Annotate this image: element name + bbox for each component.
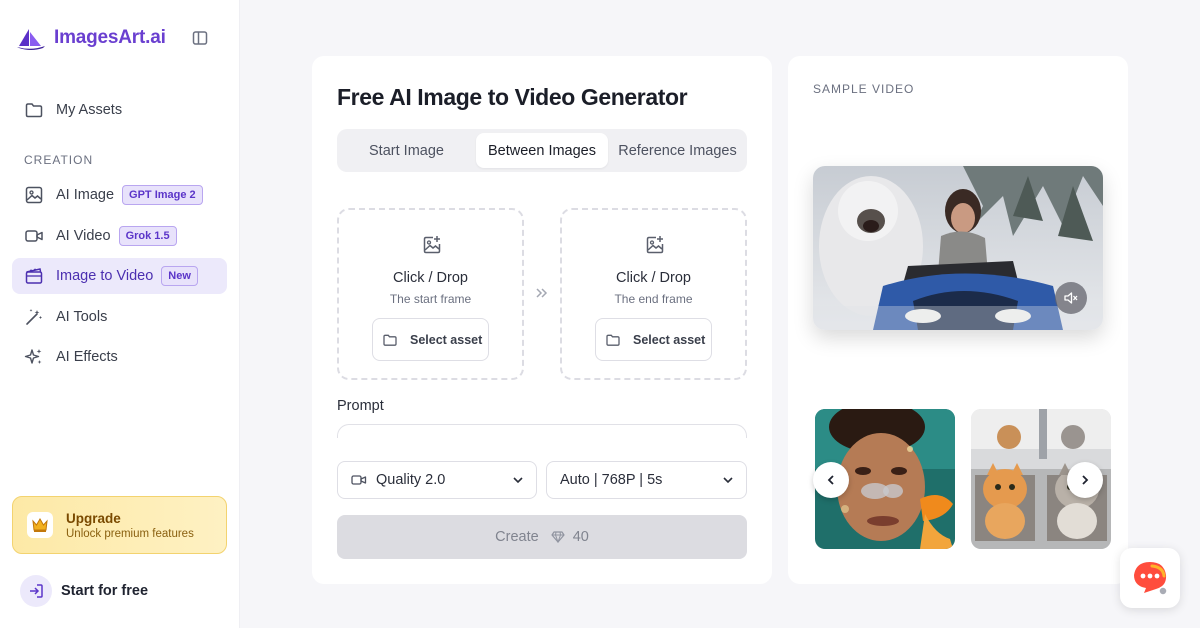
image-icon — [24, 185, 44, 205]
upgrade-subtitle: Unlock premium features — [66, 527, 194, 540]
start-for-free-button[interactable]: Start for free — [20, 574, 148, 608]
select-asset-label: Select asset — [633, 332, 706, 347]
dropzone-title: Click / Drop — [393, 270, 468, 286]
chat-widget-button[interactable] — [1120, 548, 1180, 608]
carousel-next-button[interactable] — [1067, 462, 1103, 498]
end-frame-dropzone[interactable]: Click / Drop The end frame Select asset — [560, 208, 747, 380]
upgrade-banner[interactable]: Upgrade Unlock premium features — [12, 496, 227, 554]
quality-value: Quality 2.0 — [376, 472, 446, 488]
select-asset-button[interactable]: Select asset — [595, 318, 712, 361]
model-badge: Grok 1.5 — [118, 226, 177, 246]
sidebar-item-label: AI Effects — [56, 349, 118, 365]
diamond-icon — [551, 531, 565, 543]
mute-icon — [1064, 292, 1078, 304]
settings-value: Auto | 768P | 5s — [560, 472, 663, 488]
page-title: Free AI Image to Video Generator — [337, 84, 688, 110]
tab-start-image[interactable]: Start Image — [341, 133, 472, 168]
dropzone-title: Click / Drop — [616, 270, 691, 286]
mute-button[interactable] — [1055, 282, 1087, 314]
generator-card: Free AI Image to Video Generator Start I… — [312, 56, 772, 584]
video-camera-icon — [24, 226, 44, 246]
mode-tabs: Start Image Between Images Reference Ima… — [337, 129, 747, 172]
tab-between-images[interactable]: Between Images — [476, 133, 608, 168]
sidebar-toggle-icon[interactable] — [191, 29, 209, 47]
video-camera-icon — [351, 475, 367, 485]
sparkles-icon — [24, 347, 44, 367]
chevron-down-icon — [723, 477, 733, 484]
folder-icon — [24, 100, 44, 120]
brand-name: ImagesArt.ai — [54, 27, 166, 48]
sidebar: ImagesArt.ai My Assets CREATION AI Image… — [0, 0, 240, 628]
sidebar-item-ai-video[interactable]: AI Video Grok 1.5 — [12, 218, 227, 254]
select-asset-label: Select asset — [410, 332, 483, 347]
sidebar-item-label: AI Tools — [56, 309, 108, 325]
upgrade-title: Upgrade — [66, 510, 121, 526]
chevron-right-icon — [1082, 475, 1089, 485]
image-plus-icon — [423, 236, 441, 254]
brand[interactable]: ImagesArt.ai — [16, 24, 166, 52]
sample-video-label: SAMPLE VIDEO — [813, 82, 915, 96]
sidebar-item-label: Image to Video — [56, 268, 154, 284]
chevron-down-icon — [513, 477, 523, 484]
folder-icon — [383, 334, 397, 346]
model-badge: GPT Image 2 — [122, 185, 203, 205]
logo-icon — [17, 29, 45, 50]
sidebar-item-ai-tools[interactable]: AI Tools — [12, 299, 227, 335]
sidebar-item-label: AI Video — [56, 228, 111, 244]
create-button[interactable]: Create 40 — [337, 515, 747, 559]
new-badge: New — [161, 266, 198, 286]
select-asset-button[interactable]: Select asset — [372, 318, 489, 361]
chat-icon — [1134, 562, 1168, 596]
sidebar-item-label: My Assets — [56, 102, 123, 118]
dropzone-subtitle: The start frame — [389, 292, 472, 306]
sidebar-item-ai-image[interactable]: AI Image GPT Image 2 — [12, 177, 227, 213]
login-icon — [20, 575, 52, 607]
create-label: Create — [495, 529, 539, 545]
sample-video-player[interactable] — [813, 166, 1103, 330]
prompt-input[interactable] — [337, 424, 747, 438]
prompt-label: Prompt — [337, 398, 384, 414]
double-chevron-icon — [536, 288, 548, 298]
image-plus-icon — [646, 236, 664, 254]
sidebar-item-image-to-video[interactable]: Image to Video New — [12, 258, 227, 294]
folder-icon — [606, 334, 620, 346]
sidebar-item-label: AI Image — [56, 187, 115, 203]
chevron-left-icon — [827, 475, 834, 485]
tab-reference-images[interactable]: Reference Images — [612, 133, 743, 168]
magic-wand-icon — [24, 307, 44, 327]
start-free-label: Start for free — [61, 583, 149, 599]
quality-select[interactable]: Quality 2.0 — [337, 461, 537, 499]
crown-icon — [27, 512, 53, 538]
section-label-creation: CREATION — [24, 153, 94, 167]
dropzone-subtitle: The end frame — [614, 292, 693, 306]
start-frame-dropzone[interactable]: Click / Drop The start frame Select asse… — [337, 208, 524, 380]
carousel-prev-button[interactable] — [813, 462, 849, 498]
sample-video-panel: SAMPLE VIDEO — [788, 56, 1128, 584]
sidebar-item-ai-effects[interactable]: AI Effects — [12, 339, 227, 375]
credit-cost: 40 — [572, 529, 589, 545]
settings-select[interactable]: Auto | 768P | 5s — [546, 461, 747, 499]
sidebar-item-my-assets[interactable]: My Assets — [12, 92, 227, 128]
film-icon — [24, 266, 44, 286]
